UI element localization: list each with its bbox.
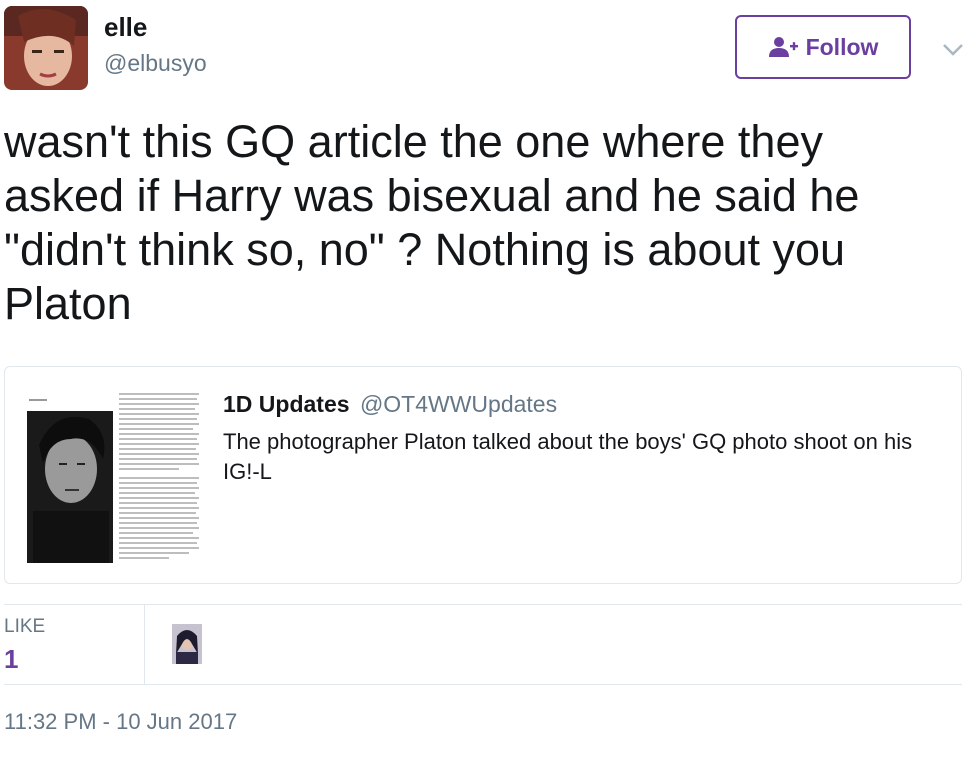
quoted-tweet-text: The photographer Platon talked about the… xyxy=(223,429,913,484)
quoted-tweet-username: @OT4WWUpdates xyxy=(359,391,558,417)
chevron-down-icon[interactable] xyxy=(940,36,966,62)
quoted-tweet-card[interactable]: 1D Updates @OT4WWUpdates The photographe… xyxy=(4,366,962,584)
author-avatar[interactable] xyxy=(4,6,88,90)
follow-button-label: Follow xyxy=(805,33,879,60)
likes-label[interactable]: LIKE xyxy=(4,616,45,638)
quoted-tweet-thumbnail xyxy=(25,389,205,565)
stats-vertical-divider xyxy=(144,604,145,684)
stats-top-divider xyxy=(4,604,962,605)
tweet-timestamp[interactable]: 11:32 PM - 10 Jun 2017 xyxy=(4,709,237,735)
follow-user-plus-icon xyxy=(768,36,798,58)
likes-count[interactable]: 1 xyxy=(4,644,18,675)
quoted-tweet-display-name: 1D Updates xyxy=(223,391,350,417)
author-username[interactable]: @elbusyo xyxy=(104,50,207,77)
author-display-name[interactable]: elle xyxy=(104,12,147,43)
tweet-text: wasn't this GQ article the one where the… xyxy=(4,116,872,329)
stats-bottom-divider xyxy=(4,684,962,685)
quoted-tweet-header: 1D Updates @OT4WWUpdates xyxy=(223,391,557,418)
follow-button[interactable]: Follow xyxy=(735,15,911,79)
liker-avatar[interactable] xyxy=(172,624,202,664)
